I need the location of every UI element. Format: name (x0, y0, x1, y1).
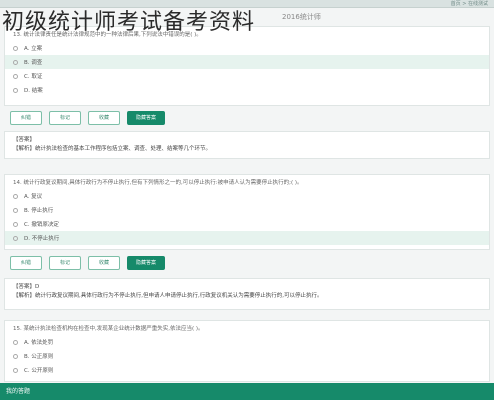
option-d[interactable]: D. 结案 (5, 83, 489, 97)
question-stem: 14. 统计行政复议期间,具体行政行为不停止执行,但有下列情形之一的,可以停止执… (13, 180, 303, 186)
radio-icon[interactable] (13, 45, 18, 51)
mark-button[interactable]: 标记 (49, 111, 81, 125)
radio-icon[interactable] (13, 353, 18, 359)
action-buttons: 纠错 标记 收藏 隐藏答案 (10, 256, 165, 270)
option-b[interactable]: B. 公正原则 (5, 349, 489, 363)
mark-button[interactable]: 标记 (49, 256, 81, 270)
option-b[interactable]: B. 调查 (5, 55, 489, 69)
option-c[interactable]: C. 公开原则 (5, 363, 489, 377)
breadcrumb[interactable]: 首页 > 在线测试 (451, 0, 488, 8)
correct-button[interactable]: 纠错 (10, 111, 42, 125)
footer-label[interactable]: 我的答题 (6, 386, 30, 395)
radio-icon[interactable] (13, 193, 18, 199)
collect-button[interactable]: 收藏 (88, 111, 120, 125)
question-card-14: 14. 统计行政复议期间,具体行政行为不停止执行,但有下列情形之一的,可以停止执… (4, 174, 490, 250)
option-a[interactable]: A. 立案 (5, 41, 489, 55)
analysis-text: 【解析】统计行政复议期间,具体行政行为不停止执行,但申请人申请停止执行,行政复议… (13, 293, 323, 299)
option-a[interactable]: A. 依法处罚 (5, 335, 489, 349)
tab-title: 2016统计师 (282, 13, 321, 21)
answer-panel: 【答案】D 【解析】统计行政复议期间,具体行政行为不停止执行,但申请人申请停止执… (4, 278, 490, 310)
radio-icon[interactable] (13, 207, 18, 213)
hide-answer-button[interactable]: 隐藏答案 (127, 111, 165, 125)
answer-panel: 【答案】 【解析】统计执法检查的基本工作程序包括立案、调查、处理、结案等几个环节… (4, 131, 490, 159)
watermark-title: 初级统计师考试备考资料 (2, 10, 256, 35)
radio-icon[interactable] (13, 87, 18, 93)
footer-bar: 我的答题 (0, 383, 494, 400)
correct-button[interactable]: 纠错 (10, 256, 42, 270)
option-c[interactable]: C. 取证 (5, 69, 489, 83)
radio-icon[interactable] (13, 73, 18, 79)
radio-icon[interactable] (13, 339, 18, 345)
option-a[interactable]: A. 复议 (5, 189, 489, 203)
radio-icon[interactable] (13, 235, 18, 241)
question-card-15: 15. 某统计执法检查机构在检查中,发现某企业统计数据严重失实,依法应当( )。… (4, 320, 490, 382)
hide-answer-button[interactable]: 隐藏答案 (127, 256, 165, 270)
option-c[interactable]: C. 撤销原决定 (5, 217, 489, 231)
question-stem: 15. 某统计执法检查机构在检查中,发现某企业统计数据严重失实,依法应当( )。 (13, 326, 204, 332)
option-d[interactable]: D. 不停止执行 (5, 231, 489, 245)
analysis-text: 【解析】统计执法检查的基本工作程序包括立案、调查、处理、结案等几个环节。 (13, 146, 212, 152)
answer-label: 【答案】D (13, 284, 40, 290)
action-buttons: 纠错 标记 收藏 隐藏答案 (10, 111, 165, 125)
collect-button[interactable]: 收藏 (88, 256, 120, 270)
option-b[interactable]: B. 停止执行 (5, 203, 489, 217)
radio-icon[interactable] (13, 367, 18, 373)
radio-icon[interactable] (13, 59, 18, 65)
answer-label: 【答案】 (13, 137, 36, 143)
radio-icon[interactable] (13, 221, 18, 227)
question-card-13: 13. 统计法律责任是统计法律规范中的一种法律后果,下列说法中错误的是( )。 … (4, 26, 490, 106)
